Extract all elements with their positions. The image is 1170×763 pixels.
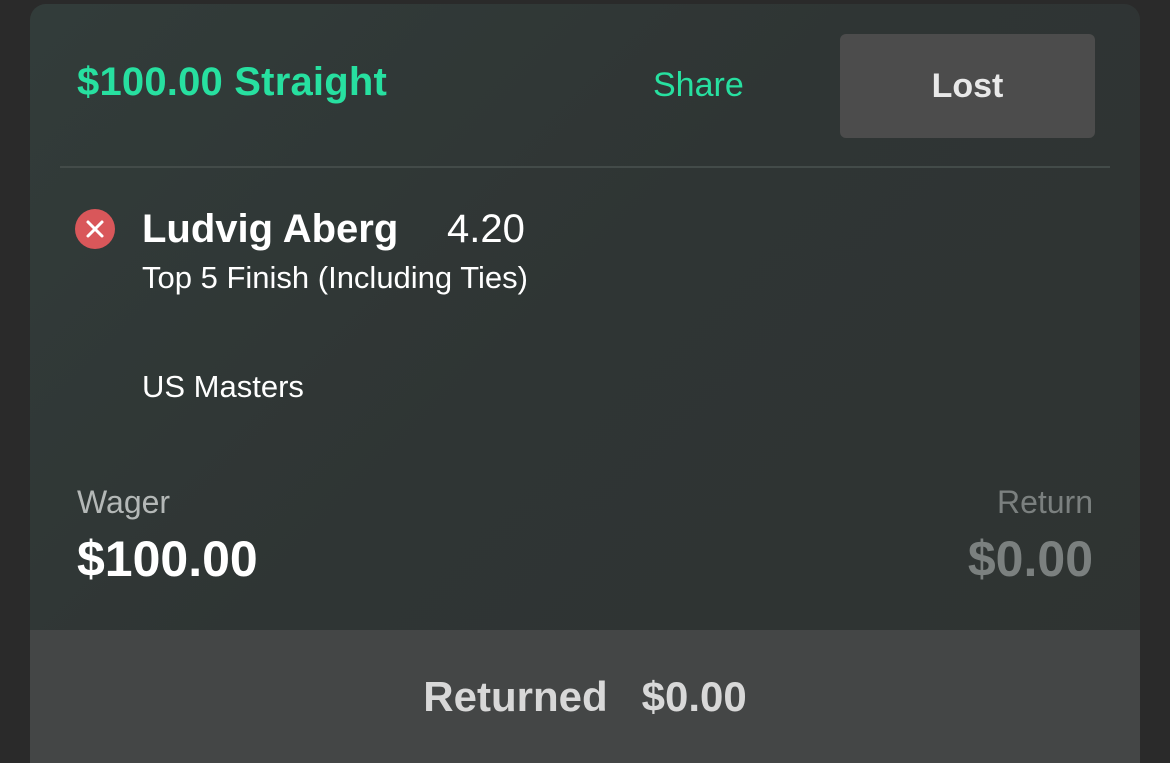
returned-label: Returned (423, 672, 608, 720)
return-label: Return (996, 484, 1093, 520)
selection-odds: 4.20 (447, 207, 525, 251)
bet-card: $100.00 Straight Share Lost Ludvig Aberg… (30, 4, 1140, 763)
bet-header: $100.00 Straight Share Lost (30, 4, 1140, 167)
wager-label: Wager (77, 484, 171, 520)
bet-title: $100.00 Straight (77, 60, 388, 104)
selection-name: Ludvig Aberg (142, 207, 399, 251)
event-name: US Masters (142, 369, 304, 404)
header-divider (60, 166, 1110, 168)
wager-value: $100.00 (77, 531, 258, 587)
status-badge: Lost (840, 34, 1095, 138)
returned-value: $0.00 (641, 672, 747, 720)
returned-footer: Returned $0.00 (30, 630, 1140, 763)
return-value: $0.00 (967, 531, 1093, 587)
share-button[interactable]: Share (653, 66, 744, 105)
close-icon (75, 209, 115, 249)
market-name: Top 5 Finish (Including Ties) (142, 260, 528, 295)
